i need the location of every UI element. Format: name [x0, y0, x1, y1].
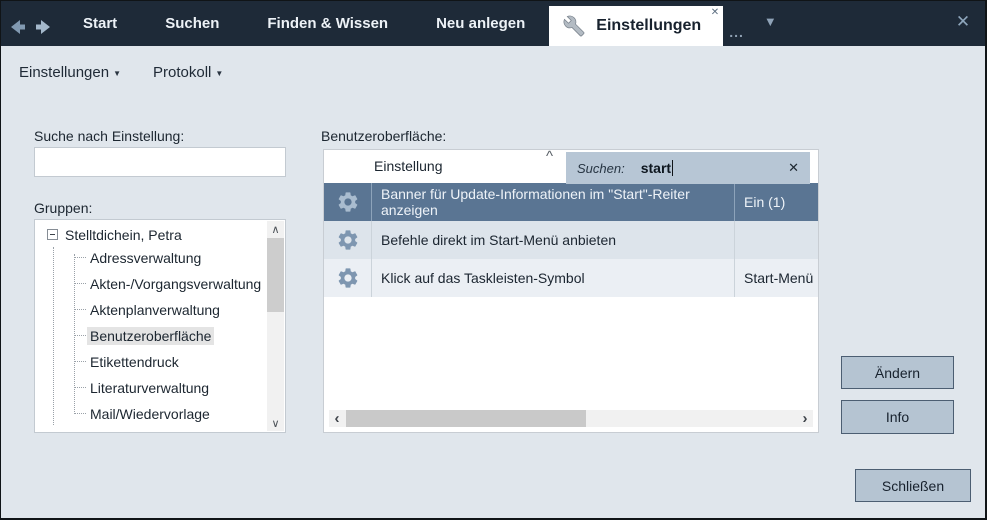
table-row-befehle-startmenu[interactable]: Befehle direkt im Start-Menü anbieten — [324, 221, 818, 259]
column-header-einstellung[interactable]: Einstellung — [374, 150, 443, 183]
tree-root-item[interactable]: Stelltdichein, Petra — [35, 220, 285, 245]
table-scrollbar-thumb[interactable] — [346, 410, 586, 427]
tab-einstellungen-label: Einstellungen — [596, 17, 701, 35]
window-close-icon[interactable]: ✕ — [941, 1, 985, 46]
tab-neu-anlegen-label: Neu anlegen — [436, 15, 525, 32]
search-setting-label: Suche nach Einstellung: — [34, 128, 184, 144]
schliessen-button[interactable]: Schließen — [855, 469, 971, 502]
tree-item-benutzeroberflaeche[interactable]: Benutzeroberfläche — [87, 323, 285, 349]
tree-item-adressverwaltung[interactable]: Adressverwaltung — [87, 245, 285, 271]
tabbar-spacer — [791, 1, 941, 46]
tree-connector-line — [53, 247, 54, 425]
tab-bar: Start Suchen Finden & Wissen Neu anlegen… — [1, 1, 985, 46]
setting-value: Ein (1) — [735, 183, 818, 221]
settings-group-title: Benutzeroberfläche: — [321, 128, 446, 144]
wrench-icon — [563, 15, 585, 37]
menu-einstellungen-label: Einstellungen — [19, 64, 109, 81]
setting-icon-cell — [324, 259, 372, 297]
text-cursor — [672, 160, 673, 176]
tree-item-label: Akten-/Vorgangsverwaltung — [87, 275, 264, 293]
groups-label: Gruppen: — [34, 200, 92, 216]
tree-item-literaturverwaltung[interactable]: Literaturverwaltung — [87, 375, 285, 401]
tab-neu-anlegen[interactable]: Neu anlegen — [412, 1, 549, 46]
tab-start-label: Start — [83, 15, 117, 32]
groups-tree: Stelltdichein, Petra Adressverwaltung Ak… — [34, 219, 286, 433]
tree-item-akten-vorgangsverwaltung[interactable]: Akten-/Vorgangsverwaltung — [87, 271, 285, 297]
tab-suchen[interactable]: Suchen — [141, 1, 243, 46]
tree-item-label: Literaturverwaltung — [87, 379, 212, 397]
setting-name: Klick auf das Taskleisten-Symbol — [372, 259, 735, 297]
menu-protokoll[interactable]: Protokoll ▼ — [153, 64, 223, 81]
menu-protokoll-label: Protokoll — [153, 64, 211, 81]
scroll-down-icon[interactable]: ∨ — [267, 415, 284, 431]
tree-item-label: Mail/Wiedervorlage — [87, 405, 213, 423]
tree-vertical-scrollbar[interactable]: ∧ ∨ — [267, 221, 284, 431]
scroll-right-icon[interactable]: › — [797, 410, 813, 427]
tab-close-icon[interactable]: ✕ — [711, 7, 719, 19]
tree-item-mail-wiedervorlage[interactable]: Mail/Wiedervorlage — [87, 401, 285, 427]
tree-scrollbar-thumb[interactable] — [267, 238, 284, 312]
forward-arrow-icon[interactable] — [32, 18, 52, 36]
menu-protokoll-caret-icon: ▼ — [215, 67, 223, 78]
tab-overflow-ellipsis[interactable]: ... — [723, 24, 750, 46]
tree-item-etikettendruck[interactable]: Etikettendruck — [87, 349, 285, 375]
tree-item-label: Benutzeroberfläche — [87, 327, 214, 345]
table-search-value[interactable]: start — [641, 160, 671, 176]
tree-collapse-icon[interactable] — [47, 229, 58, 240]
table-row-banner-update[interactable]: Banner für Update-Informationen im "Star… — [324, 183, 818, 221]
tab-einstellungen-active[interactable]: Einstellungen ✕ — [549, 6, 723, 46]
tab-finden-wissen-label: Finden & Wissen — [267, 15, 388, 32]
tree-item-label: Etikettendruck — [87, 353, 182, 371]
menu-einstellungen-caret-icon: ▼ — [113, 67, 121, 78]
history-navigation — [1, 1, 59, 46]
menu-einstellungen[interactable]: Einstellungen ▼ — [19, 64, 121, 81]
aendern-button[interactable]: Ändern — [841, 356, 954, 389]
tab-start[interactable]: Start — [59, 1, 141, 46]
gear-icon — [336, 228, 360, 252]
search-setting-input[interactable] — [34, 147, 286, 177]
scroll-up-icon[interactable]: ∧ — [267, 221, 284, 237]
scroll-left-icon[interactable]: ‹ — [329, 410, 345, 427]
tree-root-label: Stelltdichein, Petra — [65, 227, 182, 243]
setting-name: Banner für Update-Informationen im "Star… — [372, 183, 735, 221]
sort-asc-icon: ^ — [546, 148, 553, 165]
table-row-klick-taskleiste[interactable]: Klick auf das Taskleisten-Symbol Start-M… — [324, 259, 818, 297]
gear-icon — [336, 190, 360, 214]
tree-item-label: Adressverwaltung — [87, 249, 204, 267]
tab-finden-wissen[interactable]: Finden & Wissen — [243, 1, 412, 46]
setting-value: Start-Menü — [735, 259, 818, 297]
info-button[interactable]: Info — [841, 400, 954, 434]
settings-table: Einstellung ^ Suchen: start ✕ Banner für… — [323, 149, 819, 433]
tab-dropdown-icon[interactable]: ▼ — [750, 1, 791, 46]
table-header[interactable]: Einstellung ^ Suchen: start ✕ — [324, 150, 818, 183]
gear-icon — [336, 266, 360, 290]
tree-connector-line — [74, 254, 75, 414]
setting-name: Befehle direkt im Start-Menü anbieten — [372, 221, 735, 259]
tab-suchen-label: Suchen — [165, 15, 219, 32]
setting-icon-cell — [324, 221, 372, 259]
settings-window: Start Suchen Finden & Wissen Neu anlegen… — [0, 0, 987, 520]
tree-item-label: Aktenplanverwaltung — [87, 301, 223, 319]
back-arrow-icon[interactable] — [9, 18, 29, 36]
tree-item-aktenplanverwaltung[interactable]: Aktenplanverwaltung — [87, 297, 285, 323]
table-search-overlay: Suchen: start ✕ — [566, 152, 810, 184]
table-search-label: Suchen: — [577, 161, 625, 176]
table-search-close-icon[interactable]: ✕ — [788, 160, 799, 176]
menu-bar: Einstellungen ▼ Protokoll ▼ — [1, 46, 985, 98]
table-horizontal-scrollbar[interactable]: ‹ › — [329, 410, 813, 427]
setting-value — [735, 221, 818, 259]
setting-icon-cell — [324, 183, 372, 221]
